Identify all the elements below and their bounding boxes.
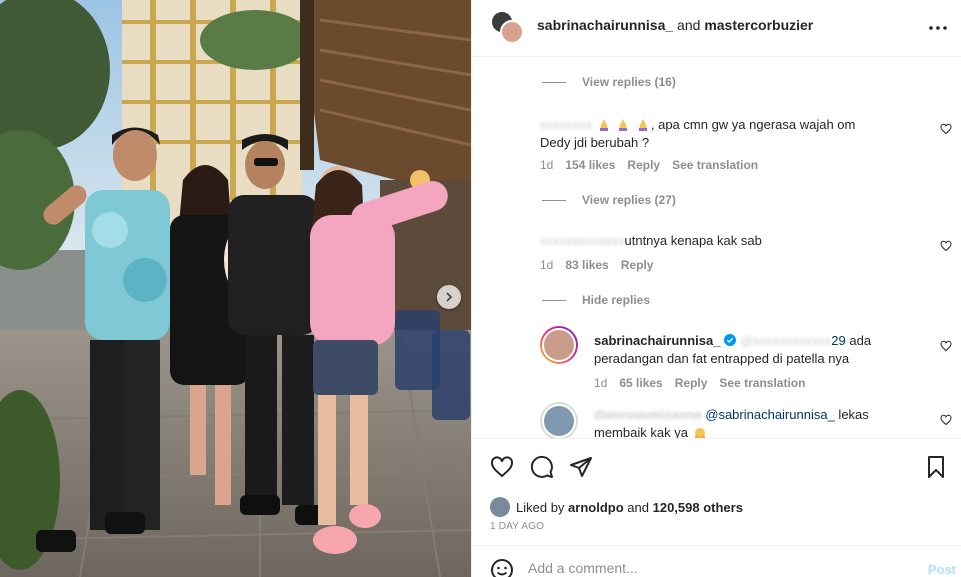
see-translation-button[interactable]: See translation [719,376,805,390]
reply-body: lekas [834,407,869,422]
comment-body-line: Dedy jdi berubah ? [540,135,650,150]
post-timestamp[interactable]: 1 DAY AGO [490,521,544,532]
redacted-mention: @xxxxxxxxxxxx [740,333,832,348]
more-options-button[interactable] [926,16,950,40]
mention-link[interactable]: @sabrinachairunnisa_ [705,407,835,422]
reply-meta: 1d 65 likes Reply See translation [594,376,805,390]
reply-button[interactable]: Reply [627,158,660,172]
liked-by-username[interactable]: arnoldpo [568,500,624,515]
reply-text: dianrouumizanna @sabrinachairunnisa_ lek… [594,406,869,438]
like-heart-icon[interactable] [490,455,514,479]
post-photo[interactable] [0,0,471,577]
like-comment-heart-icon[interactable] [940,414,952,426]
reply-body-line: membaik kak ya [594,425,688,438]
more-dots-icon [929,26,947,30]
collab-avatars[interactable] [490,10,526,46]
likes-count-link[interactable]: 120,598 others [653,500,743,515]
comment-age: 1d [540,258,554,272]
chevron-right-icon [446,292,453,302]
post-authors: sabrinachairunnisa_ and mastercorbuzier [537,17,813,33]
post-image [0,0,471,577]
comment-text: xxxxxxxx , apa cmn gw ya ngerasa wajah o… [540,116,855,152]
comment-body: , apa cmn gw ya ngerasa wajah om [650,117,856,132]
hide-replies-label: Hide replies [582,293,651,307]
reply-button[interactable]: Reply [675,376,708,390]
like-comment-heart-icon[interactable] [940,240,952,252]
share-paper-plane-icon[interactable] [569,455,593,479]
reply-divider-line [542,199,566,201]
redacted-username: xxxxxxxx [540,117,592,132]
hugging-emoji-icon [694,428,705,438]
comment-body: utntnya kenapa kak sab [624,233,762,248]
verified-badge-icon [724,334,737,346]
author-username[interactable]: sabrinachairunnisa_ [537,17,673,33]
comment-age: 1d [540,158,554,172]
comment-text: xxxxxxxxxxxxxutntnya kenapa kak sab [540,232,762,250]
view-replies-label: View replies (16) [582,75,676,89]
avatar [542,328,576,362]
see-translation-button[interactable]: See translation [672,158,758,172]
reply-age: 1d [594,376,608,390]
reply-avatar[interactable] [540,402,578,438]
hide-replies-button[interactable]: Hide replies [542,293,650,307]
view-replies-label: View replies (27) [582,193,676,207]
reply-divider-line [542,299,566,301]
mention-suffix: 29 [831,333,846,348]
reply-body: ada [845,333,872,348]
praying-hands-emoji-icon [599,119,608,131]
add-comment-bar: Post [472,545,961,577]
reply-username[interactable]: dianrouumizanna [594,407,702,422]
likes-summary: Liked by arnoldpo and 120,598 others [490,497,743,517]
save-bookmark-icon[interactable] [924,455,948,479]
reply-username[interactable]: sabrinachairunnisa_ [594,333,720,348]
praying-hands-emoji-icon [619,119,628,131]
view-replies-button[interactable]: View replies (16) [542,75,676,89]
carousel-next-button[interactable] [437,285,461,309]
comment-likes[interactable]: 154 likes [565,158,615,172]
comment-meta: 1d 83 likes Reply [540,258,653,272]
reply-text: sabrinachairunnisa_ @xxxxxxxxxxxx29 ada … [594,332,871,368]
emoji-picker-icon[interactable] [490,558,514,577]
and-text: and [627,499,649,515]
view-replies-button[interactable]: View replies (27) [542,193,676,207]
avatar [542,404,576,438]
post-comment-button[interactable]: Post [928,562,956,577]
and-text: and [673,17,705,33]
author-username[interactable]: mastercorbuzier [704,17,813,33]
avatar[interactable] [500,20,524,44]
post-header: sabrinachairunnisa_ and mastercorbuzier [472,0,961,57]
like-comment-heart-icon[interactable] [940,340,952,352]
reply-divider-line [542,81,566,83]
like-comment-heart-icon[interactable] [940,123,952,135]
liked-by-text: Liked by [516,499,565,515]
reply-likes[interactable]: 65 likes [619,376,662,390]
comment-bubble-icon[interactable] [530,455,554,479]
redacted-username: xxxxxxxxxxxxx [540,233,625,248]
reply-avatar[interactable] [540,326,578,364]
comment-likes[interactable]: 83 likes [565,258,608,272]
comments-list[interactable]: View replies (16) xxxxxxxx , apa cmn gw … [472,58,961,438]
praying-hands-emoji-icon [638,119,647,131]
reply-button[interactable]: Reply [621,258,654,272]
avatar[interactable] [490,497,510,517]
mention-link[interactable]: @xxxxxxxxxxxx29 [740,333,846,348]
reply-body-line: peradangan dan fat entrapped di patella … [594,351,850,366]
comment-meta: 1d 154 likes Reply See translation [540,158,758,172]
post-side-panel: sabrinachairunnisa_ and mastercorbuzier … [471,0,961,577]
comment-input[interactable] [528,560,908,576]
post-actions: Liked by arnoldpo and 120,598 others 1 D… [472,438,961,545]
